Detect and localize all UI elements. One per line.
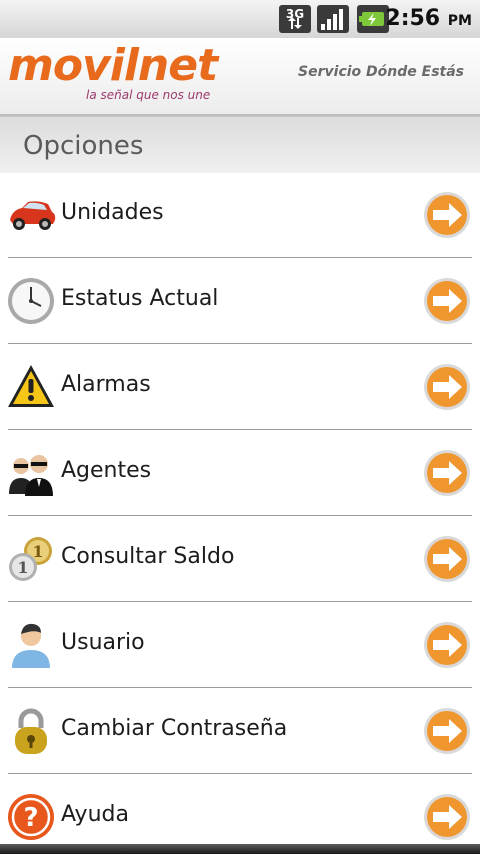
app-header: movilnet la señal que nos une Servicio D…	[0, 38, 480, 116]
clock: 2:56 PM	[385, 6, 472, 31]
menu-item-label: Consultar Saldo	[61, 544, 235, 569]
section-title: Opciones	[23, 131, 144, 161]
menu-item-estatus-actual[interactable]: Estatus Actual	[0, 258, 480, 344]
menu-item-label: Ayuda	[61, 802, 129, 827]
arrow-right-icon[interactable]	[422, 534, 472, 584]
menu-item-label: Alarmas	[61, 372, 151, 397]
svg-text:1: 1	[32, 542, 43, 561]
menu-item-cambiar-contrasena[interactable]: Cambiar Contraseña	[0, 688, 480, 774]
padlock-icon	[15, 708, 47, 754]
menu-item-label: Agentes	[61, 458, 152, 483]
svg-text:1: 1	[17, 558, 28, 577]
svg-text:?: ?	[23, 803, 38, 833]
movilnet-logo: movilnet	[8, 40, 218, 91]
svg-text:3G: 3G	[286, 7, 304, 21]
coins-icon: 1 1	[9, 537, 52, 581]
menu-item-usuario[interactable]: Usuario	[0, 602, 480, 688]
arrow-right-icon[interactable]	[422, 706, 472, 756]
clock-icon	[8, 278, 54, 324]
arrow-right-icon[interactable]	[422, 620, 472, 670]
menu-item-unidades[interactable]: Unidades	[0, 172, 480, 258]
arrow-right-icon[interactable]	[422, 792, 472, 842]
menu-item-alarmas[interactable]: Alarmas	[0, 344, 480, 430]
bottom-shadow-bar	[0, 844, 480, 854]
arrow-right-icon[interactable]	[422, 448, 472, 498]
help-icon: ?	[8, 794, 54, 840]
menu-item-agentes[interactable]: Agentes	[0, 430, 480, 516]
arrow-right-icon[interactable]	[422, 362, 472, 412]
menu-item-label: Usuario	[61, 630, 145, 655]
agents-icon	[9, 455, 53, 496]
signal-strength-icon	[317, 5, 349, 33]
section-header: Opciones	[0, 116, 480, 173]
logo-tagline: la señal que nos une	[86, 88, 211, 102]
car-icon	[10, 201, 56, 230]
menu-item-label: Estatus Actual	[61, 286, 219, 311]
service-title: Servicio Dónde Estás	[298, 64, 464, 80]
options-list: Unidades Estatus Actual Alarmas Agentes …	[0, 172, 480, 860]
menu-item-label: Cambiar Contraseña	[61, 716, 288, 741]
arrow-right-icon[interactable]	[422, 276, 472, 326]
menu-item-label: Unidades	[61, 200, 164, 225]
menu-item-consultar-saldo[interactable]: 1 1 Consultar Saldo	[0, 516, 480, 602]
arrow-right-icon[interactable]	[422, 190, 472, 240]
user-icon	[12, 623, 50, 668]
network-3g-icon: 3G	[279, 5, 311, 33]
status-bar: 3G 2:56 PM	[0, 0, 480, 39]
warning-icon	[8, 365, 54, 407]
